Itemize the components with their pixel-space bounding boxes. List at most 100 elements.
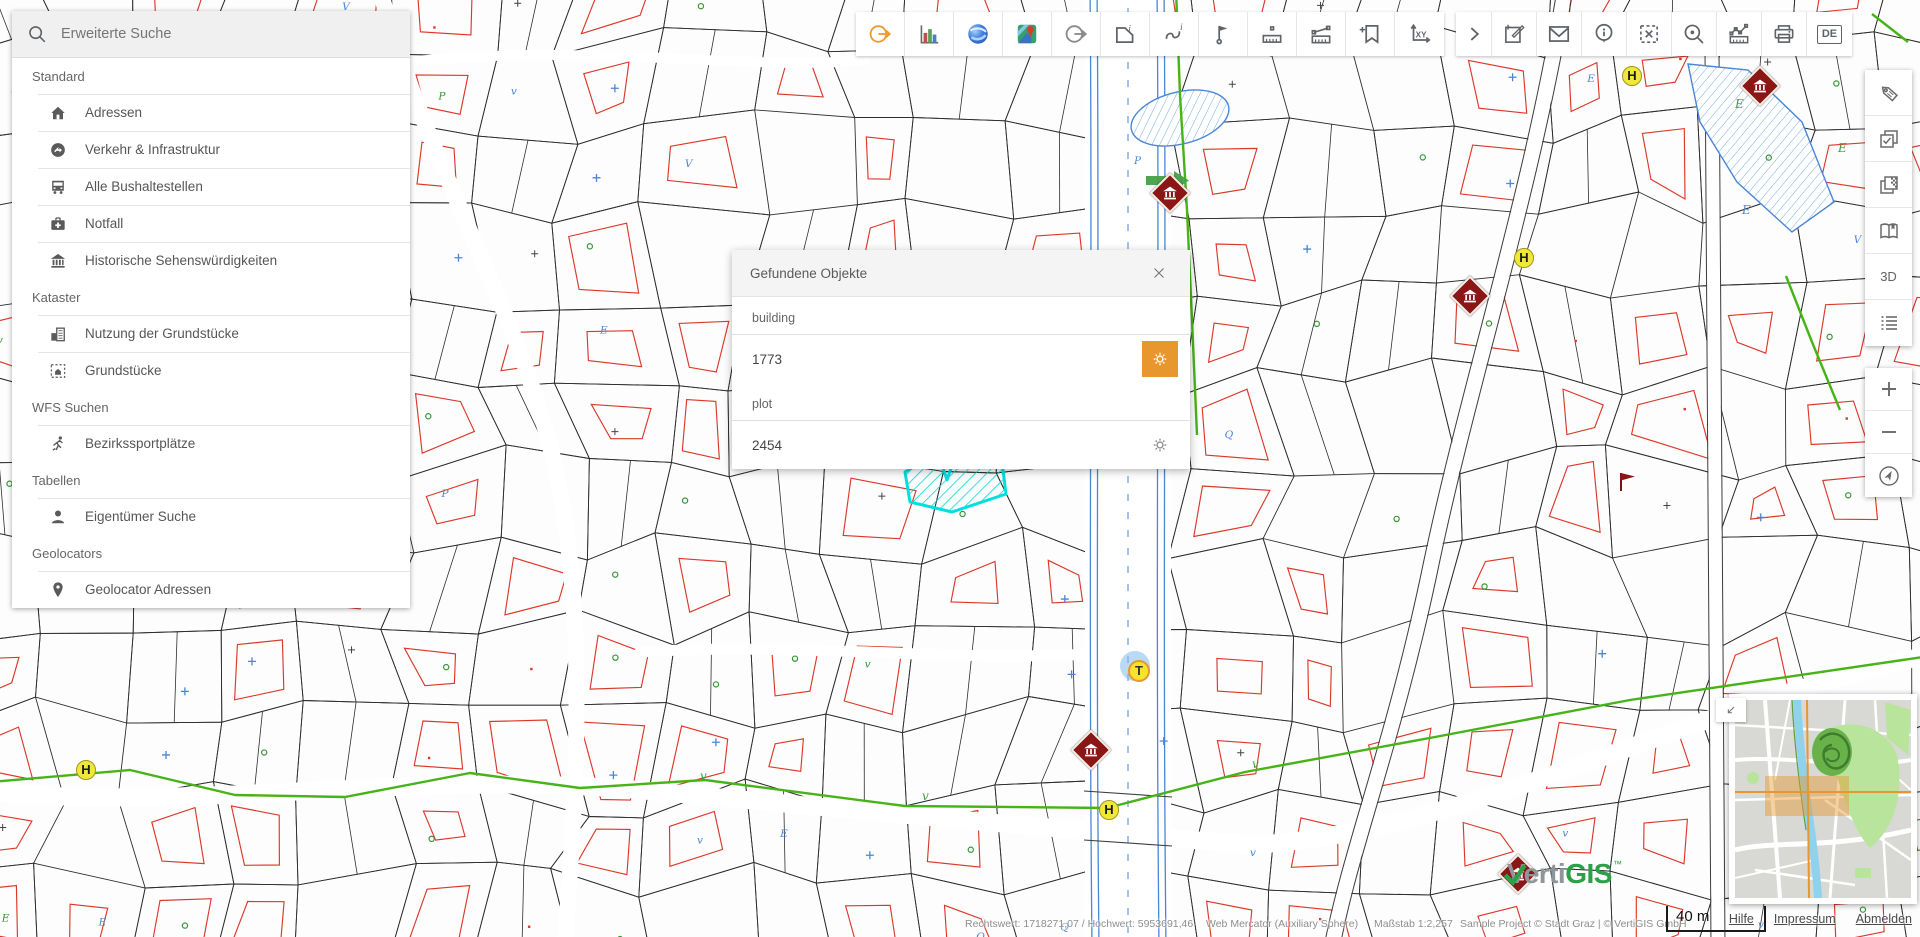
search-item-adressen[interactable]: Adressen bbox=[12, 94, 410, 131]
museum-icon bbox=[48, 251, 68, 271]
layers-transparency-icon bbox=[1877, 173, 1901, 197]
impressum-link[interactable]: Impressum bbox=[1774, 912, 1836, 926]
google-earth-button[interactable] bbox=[954, 12, 1003, 56]
map-tools-panel: 3D bbox=[1865, 70, 1912, 346]
layer-select-button[interactable] bbox=[1865, 116, 1912, 162]
export-button[interactable] bbox=[1052, 12, 1101, 56]
zoom-out-button[interactable] bbox=[1865, 411, 1912, 454]
transparency-button[interactable] bbox=[1865, 162, 1912, 208]
edit-button[interactable] bbox=[1492, 12, 1537, 56]
search-item-notfall[interactable]: Notfall bbox=[12, 205, 410, 242]
search-item-alle-bushaltestellen[interactable]: Alle Bushaltestellen bbox=[12, 168, 410, 205]
flag-button[interactable] bbox=[1199, 12, 1248, 56]
tags-button[interactable] bbox=[1865, 70, 1912, 116]
marker-bus-stop[interactable]: H bbox=[1514, 248, 1534, 268]
plus-icon bbox=[1877, 377, 1901, 401]
help-link[interactable]: Hilfe bbox=[1729, 912, 1754, 926]
printer-icon bbox=[1771, 21, 1797, 47]
svg-text:v: v bbox=[697, 835, 703, 847]
marker-taxi[interactable]: T bbox=[1128, 660, 1150, 682]
minimap-canvas bbox=[1735, 700, 1911, 898]
search-item-bezirkssportplaetze[interactable]: Bezirkssportplätze bbox=[12, 425, 410, 462]
person-icon bbox=[48, 507, 68, 527]
search-item-historische-sehenswuerdigkeiten[interactable]: Historische Sehenswürdigkeiten bbox=[12, 242, 410, 279]
zoom-to-button[interactable] bbox=[1672, 12, 1717, 56]
clear-selection-icon bbox=[1636, 21, 1662, 47]
svg-text:v: v bbox=[865, 659, 871, 671]
minimap-collapse-button[interactable] bbox=[1716, 698, 1746, 722]
polyline-info-button[interactable] bbox=[1150, 12, 1199, 56]
result-value: 2454 bbox=[752, 438, 1142, 453]
vertigis-check-icon bbox=[1502, 861, 1528, 887]
secondary-toolbar: DE bbox=[1456, 12, 1852, 56]
profile-button[interactable] bbox=[1717, 12, 1762, 56]
search-item-grundstuecke[interactable]: Grundstücke bbox=[12, 352, 410, 389]
search-item-label: Historische Sehenswürdigkeiten bbox=[85, 253, 277, 268]
svg-text:v: v bbox=[511, 86, 517, 98]
section-label-kataster: Kataster bbox=[12, 279, 410, 315]
result-row[interactable]: 2454 bbox=[732, 420, 1190, 469]
legend-button[interactable] bbox=[1865, 300, 1912, 346]
clear-selection-button[interactable] bbox=[1627, 12, 1672, 56]
map-pin-icon bbox=[48, 580, 68, 600]
expand-toolbar-button[interactable] bbox=[1456, 12, 1492, 56]
scalebar-label: 40 m bbox=[1676, 908, 1709, 925]
svg-text:v: v bbox=[700, 769, 707, 783]
polyline-info-icon bbox=[1161, 21, 1187, 47]
add-bookmark-button[interactable] bbox=[1346, 12, 1395, 56]
language-button[interactable]: DE bbox=[1807, 12, 1852, 56]
maptip-button[interactable] bbox=[1582, 12, 1627, 56]
logo-text-gis: GIS bbox=[1565, 858, 1612, 890]
export-highlight-button[interactable] bbox=[856, 12, 905, 56]
search-item-geolocator-adressen[interactable]: Geolocator Adressen bbox=[12, 571, 410, 608]
mail-button[interactable] bbox=[1537, 12, 1582, 56]
search-item-verkehr-infrastruktur[interactable]: Verkehr & Infrastruktur bbox=[12, 131, 410, 168]
zoom-target-icon bbox=[1681, 21, 1707, 47]
svg-text:v: v bbox=[1562, 827, 1568, 839]
result-row[interactable]: 1773 bbox=[732, 334, 1190, 383]
result-group-label: building bbox=[732, 297, 1190, 334]
main-toolbar: XY bbox=[856, 12, 1444, 56]
overview-minimap[interactable] bbox=[1729, 694, 1917, 904]
sun-highlight-icon bbox=[1149, 434, 1171, 456]
zoom-in-button[interactable] bbox=[1865, 368, 1912, 411]
polygon-info-button[interactable] bbox=[1101, 12, 1150, 56]
search-item-nutzung-der-grundstuecke[interactable]: Nutzung der Grundstücke bbox=[12, 315, 410, 352]
polygon-info-icon bbox=[1112, 21, 1138, 47]
coordinates-button[interactable]: XY bbox=[1395, 12, 1444, 56]
section-label-standard: Standard bbox=[12, 58, 410, 94]
compass-button[interactable] bbox=[1865, 454, 1912, 497]
logout-link[interactable]: Abmelden bbox=[1856, 912, 1912, 926]
search-item-label: Alle Bushaltestellen bbox=[85, 179, 203, 194]
atlas-button[interactable] bbox=[1865, 208, 1912, 254]
print-button[interactable] bbox=[1762, 12, 1807, 56]
compass-arrow-icon bbox=[1877, 464, 1901, 488]
statusbar-coordinates: Rechtswert: 1718271,07 / Hochwert: 59536… bbox=[965, 912, 1193, 936]
elevation-profile-icon bbox=[1726, 21, 1752, 47]
measure-area-button[interactable] bbox=[1297, 12, 1346, 56]
popup-close-button[interactable] bbox=[1146, 260, 1172, 286]
tag-icon bbox=[1877, 81, 1901, 105]
home-icon bbox=[48, 103, 68, 123]
search-item-eigentuemer-suche[interactable]: Eigentümer Suche bbox=[12, 498, 410, 535]
chart-button[interactable] bbox=[905, 12, 954, 56]
google-maps-icon bbox=[1014, 21, 1040, 47]
marker-bus-stop[interactable]: H bbox=[1622, 66, 1642, 86]
footer-links: Hilfe Impressum Abmelden bbox=[1729, 912, 1912, 926]
found-objects-popup: Gefundene Objekte building 1773 plot 245… bbox=[732, 250, 1190, 469]
marker-bus-stop[interactable]: H bbox=[76, 760, 96, 780]
google-earth-icon bbox=[965, 21, 991, 47]
marker-flag[interactable] bbox=[1616, 470, 1638, 494]
minus-icon bbox=[1877, 420, 1901, 444]
measure-distance-button[interactable] bbox=[1248, 12, 1297, 56]
runner-icon bbox=[48, 434, 68, 454]
three-d-button[interactable]: 3D bbox=[1865, 254, 1912, 300]
marker-bus-stop[interactable]: H bbox=[1099, 800, 1119, 820]
edit-note-icon bbox=[1501, 21, 1527, 47]
ruler-icon bbox=[1259, 21, 1285, 47]
advanced-search-input[interactable] bbox=[59, 25, 396, 43]
highlight-feature-button[interactable] bbox=[1142, 427, 1178, 463]
highlight-feature-button[interactable] bbox=[1142, 341, 1178, 377]
vertigis-logo: VertiGIS™ bbox=[1502, 855, 1622, 893]
google-maps-button[interactable] bbox=[1003, 12, 1052, 56]
